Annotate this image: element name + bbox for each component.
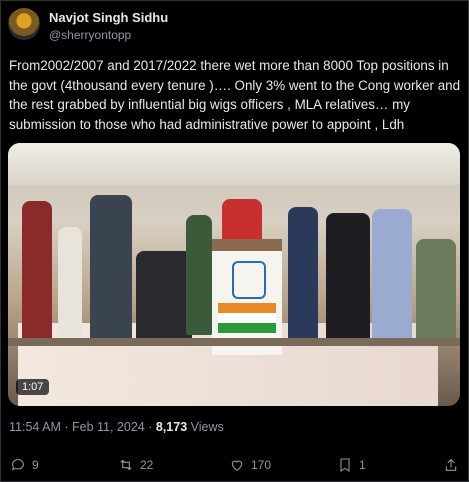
reply-button[interactable]: 9 [10, 453, 39, 477]
reply-count: 9 [32, 458, 39, 472]
retweet-count: 22 [140, 458, 154, 472]
author-handle[interactable]: @sherryontopp [49, 28, 131, 42]
person-figure [372, 209, 412, 343]
retweet-button[interactable]: 22 [118, 453, 153, 477]
like-count: 170 [251, 458, 272, 472]
bookmark-count: 1 [359, 458, 366, 472]
like-button[interactable]: 170 [229, 453, 271, 477]
views-count: 8,173 [155, 420, 188, 434]
avatar[interactable] [8, 8, 40, 40]
retweet-icon [120, 459, 132, 471]
heart-icon [231, 460, 243, 471]
tweet-timestamp[interactable]: 11:54 AM · Feb 11, 2024 · [9, 420, 156, 434]
hand-symbol-icon [232, 261, 266, 299]
share-icon [445, 458, 457, 471]
reply-icon [11, 459, 24, 471]
person-figure [326, 213, 370, 343]
person-figure [186, 215, 212, 335]
bookmark-icon [340, 458, 350, 472]
person-figure [22, 201, 52, 341]
bookmark-button[interactable]: 1 [337, 453, 366, 477]
person-figure [288, 207, 318, 343]
stage-edge [8, 338, 460, 346]
video-player[interactable]: 1:07 [8, 143, 460, 406]
podium-tricolor [218, 303, 276, 333]
action-bar: 9 22 170 1 [0, 453, 469, 477]
video-duration-badge: 1:07 [16, 379, 50, 395]
tweet-meta: 11:54 AM · Feb 11, 2024 · 8,173 Views [9, 420, 224, 434]
tweet-text: From2002/2007 and 2017/2022 there wet mo… [9, 58, 461, 132]
tweet-header: Navjot Singh Sidhu @sherryontopp [8, 8, 448, 44]
tent-canopy [8, 143, 460, 185]
share-button[interactable] [443, 453, 459, 477]
author-name[interactable]: Navjot Singh Sidhu [49, 10, 168, 25]
person-figure [136, 251, 192, 343]
views-label: Views [187, 420, 224, 434]
person-figure [416, 239, 456, 339]
person-figure [90, 195, 132, 341]
person-figure [58, 227, 82, 337]
